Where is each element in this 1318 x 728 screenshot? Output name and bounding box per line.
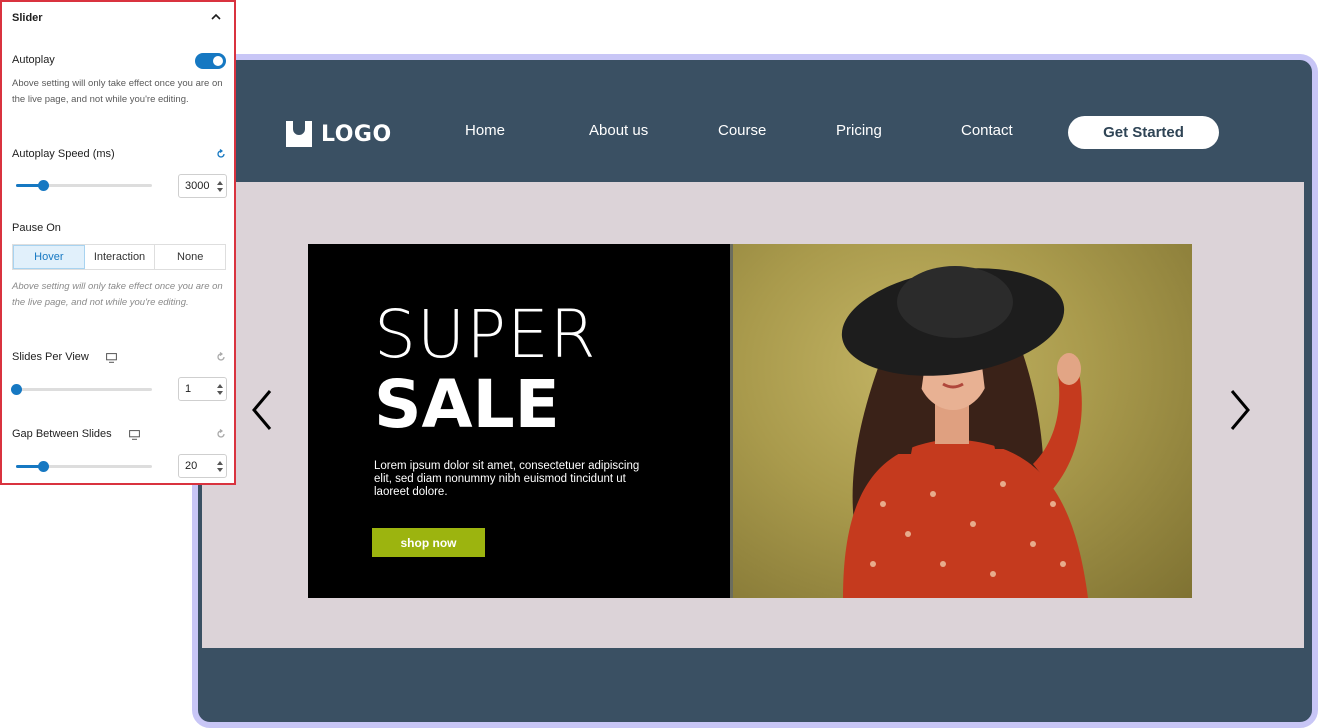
pause-on-segmented-control: Hover Interaction None — [12, 244, 226, 270]
slide-description: Lorem ipsum dolor sit amet, consectetuer… — [374, 460, 640, 498]
slider-settings-panel: Slider Autoplay Above setting will only … — [0, 0, 236, 485]
woman-photo-illustration — [841, 266, 1088, 598]
toggle-knob — [213, 56, 223, 66]
autoplay-speed-value: 3000 — [185, 180, 210, 192]
nav-link-about-us[interactable]: About us — [589, 122, 648, 139]
slide-heading-light: SUPER — [374, 296, 597, 373]
site-preview-frame: LOGO Home About us Course Pricing Contac… — [192, 54, 1318, 728]
slider-thumb[interactable] — [11, 384, 22, 395]
gap-between-slides-value: 20 — [185, 460, 198, 472]
panel-title: Slider — [12, 12, 43, 24]
slide-text-panel: SUPER SALE Lorem ipsum dolor sit amet, c… — [308, 244, 730, 598]
slides-per-view-label: Slides Per View — [12, 351, 89, 363]
nav-link-course[interactable]: Course — [718, 122, 766, 139]
spinner-arrows-icon[interactable] — [217, 181, 223, 192]
autoplay-speed-input[interactable]: 3000 — [178, 174, 227, 198]
autoplay-toggle[interactable] — [195, 53, 226, 69]
slides-per-view-input[interactable]: 1 — [178, 377, 227, 401]
desktop-icon[interactable] — [129, 430, 140, 440]
slide: SUPER SALE Lorem ipsum dolor sit amet, c… — [308, 244, 1192, 598]
slides-per-view-value: 1 — [185, 383, 192, 395]
autoplay-help-text: Above setting will only take effect once… — [12, 78, 223, 105]
pause-on-hover-option[interactable]: Hover — [13, 245, 85, 269]
nav-link-home[interactable]: Home — [465, 122, 505, 139]
nav-link-pricing[interactable]: Pricing — [836, 122, 882, 139]
spinner-arrows-icon[interactable] — [217, 384, 223, 395]
gap-between-slides-label: Gap Between Slides — [12, 428, 112, 440]
site-logo[interactable]: LOGO — [286, 121, 392, 147]
autoplay-speed-slider[interactable] — [16, 180, 152, 191]
reset-icon[interactable] — [216, 149, 226, 159]
site-header: LOGO Home About us Course Pricing Contac… — [198, 60, 1312, 182]
chevron-right-icon[interactable] — [1226, 387, 1254, 433]
spinner-arrows-icon[interactable] — [217, 461, 223, 472]
autoplay-speed-label: Autoplay Speed (ms) — [12, 148, 115, 160]
slider-thumb[interactable] — [38, 180, 49, 191]
shop-now-button[interactable]: shop now — [372, 528, 485, 557]
slides-per-view-slider[interactable] — [11, 384, 152, 395]
chevron-left-icon[interactable] — [248, 387, 276, 433]
gap-between-slides-input[interactable]: 20 — [178, 454, 227, 478]
pause-on-interaction-option[interactable]: Interaction — [85, 245, 156, 269]
get-started-button[interactable]: Get Started — [1068, 116, 1219, 149]
hero-slider: SUPER SALE Lorem ipsum dolor sit amet, c… — [202, 182, 1304, 648]
desktop-icon[interactable] — [106, 353, 117, 363]
logo-text: LOGO — [321, 121, 392, 147]
chevron-up-icon[interactable] — [210, 12, 222, 22]
reset-icon[interactable] — [216, 352, 226, 362]
slider-thumb[interactable] — [38, 461, 49, 472]
slide-heading-bold: SALE — [374, 366, 560, 443]
pause-on-none-option[interactable]: None — [155, 245, 225, 269]
logo-mark-icon — [286, 121, 312, 147]
reset-icon[interactable] — [216, 429, 226, 439]
gap-between-slides-slider[interactable] — [16, 461, 152, 472]
slide-photo — [730, 244, 1192, 598]
nav-link-contact[interactable]: Contact — [961, 122, 1013, 139]
pause-on-help-text: Above setting will only take effect once… — [12, 281, 223, 308]
autoplay-label: Autoplay — [12, 54, 55, 66]
pause-on-label: Pause On — [12, 222, 61, 234]
